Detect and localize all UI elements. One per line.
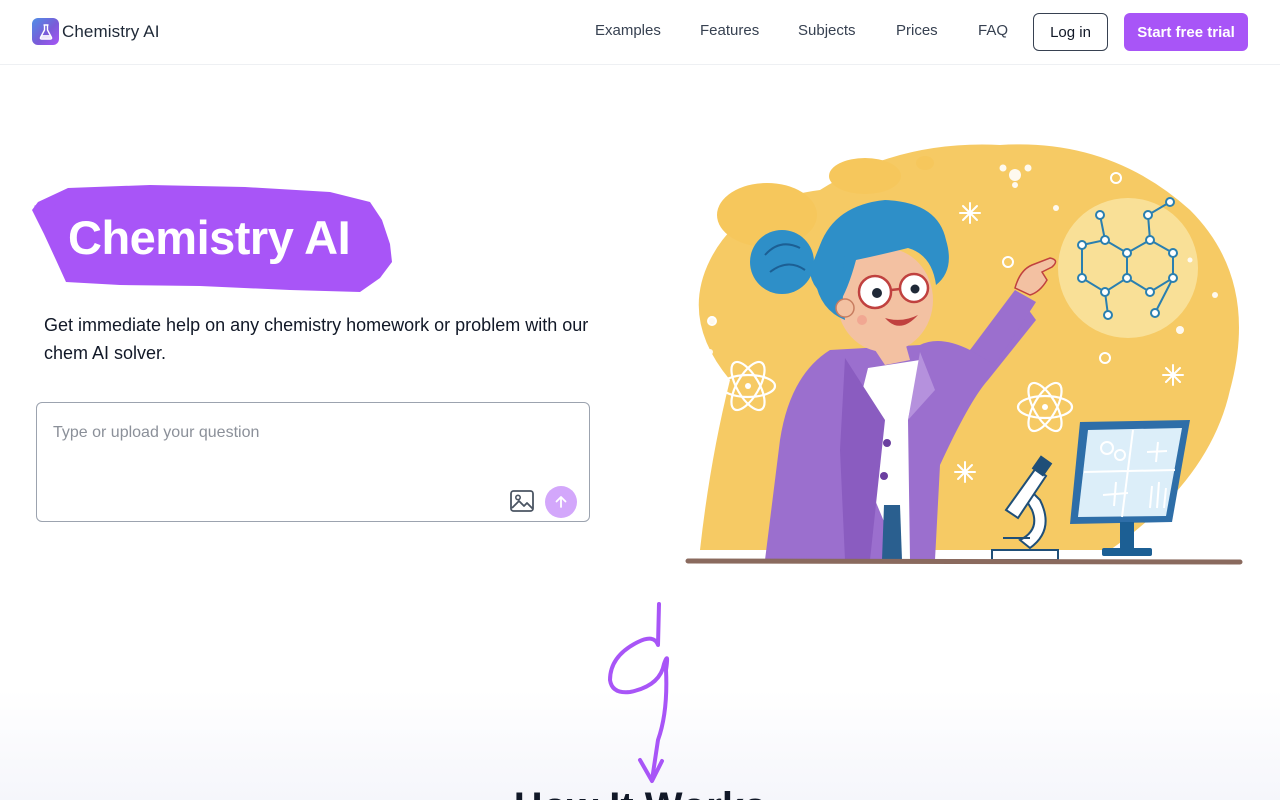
how-it-works-title: How It Works	[0, 785, 1280, 800]
hero-title: Chemistry AI	[68, 211, 351, 264]
hero-title-block: Chemistry AI	[30, 182, 396, 296]
question-box	[36, 402, 590, 522]
nav-link-features[interactable]: Features	[700, 22, 759, 39]
scientist-illustration	[685, 144, 1243, 565]
hero-subtitle: Get immediate help on any chemistry home…	[44, 315, 589, 363]
send-button[interactable]	[545, 486, 577, 518]
image-upload-icon[interactable]	[508, 487, 536, 515]
login-button[interactable]: Log in	[1033, 13, 1108, 51]
nav-link-prices[interactable]: Prices	[896, 22, 938, 39]
nav-link-examples[interactable]: Examples	[595, 22, 661, 39]
nav-link-faq[interactable]: FAQ	[978, 22, 1008, 39]
site-header: Chemistry AI Examples Features Subjects …	[0, 0, 1280, 65]
question-input[interactable]	[53, 421, 553, 445]
start-trial-button[interactable]: Start free trial	[1124, 13, 1248, 51]
arrow-down-doodle	[608, 602, 670, 783]
nav-link-subjects[interactable]: Subjects	[798, 22, 856, 39]
arrow-up-icon	[555, 496, 567, 508]
